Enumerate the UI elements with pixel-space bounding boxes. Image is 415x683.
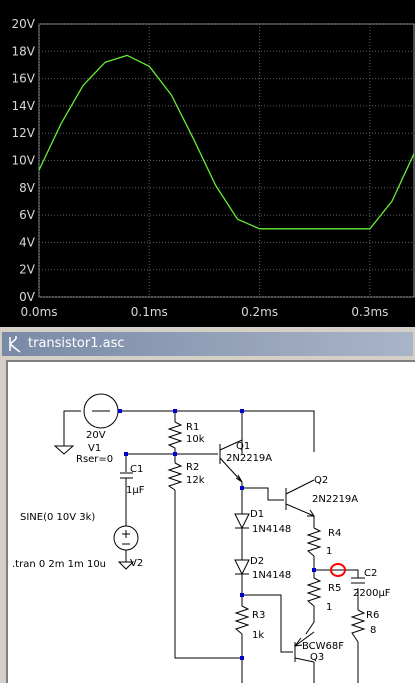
c2-value-label: 2200µF [353, 588, 391, 599]
y-tick-label: 2V [19, 263, 36, 277]
sine-directive-label: SINE(0 10V 3k) [20, 512, 95, 523]
v1-name-label: V1 [88, 443, 101, 454]
d1-name-label: D1 [250, 509, 264, 520]
waveform-plot[interactable]: 0V 2V 4V 6V 8V 10V 12V 14V 16V 18V 20V 0.0ms 0.1ms 0.… [0, 0, 415, 327]
d1-model-label: 1N4148 [252, 524, 291, 535]
r2-name-label: R2 [186, 462, 199, 473]
r5-resistor-icon[interactable] [306, 577, 322, 607]
q3-name-label: Q3 [310, 652, 324, 663]
x-tick-label: 0.0ms [20, 305, 57, 319]
r3-resistor-icon[interactable] [234, 605, 250, 635]
schematic-diagram[interactable]: 20V V1 Rser=0 C1 1µF SINE(0 10V 3k) .tra… [8, 362, 415, 683]
y-tick-label: 4V [19, 235, 36, 249]
c1-value-label: 1µF [126, 485, 145, 496]
d2-name-label: D2 [250, 556, 264, 567]
r2-value-label: 12k [186, 475, 205, 486]
voltage-trace [38, 54, 415, 230]
q1-name-label: Q1 [236, 441, 250, 452]
r6-value-label: 8 [370, 625, 376, 636]
y-tick-label: 0V [19, 290, 36, 304]
r3-value-label: 1k [252, 630, 264, 641]
q2-model-label: 2N2219A [312, 494, 358, 505]
y-tick-label: 18V [12, 44, 36, 58]
y-tick-label: 20V [12, 17, 36, 31]
v2-name-label: V2 [130, 558, 143, 569]
schematic-canvas[interactable]: 20V V1 Rser=0 C1 1µF SINE(0 10V 3k) .tra… [6, 360, 415, 683]
v1-rser-label: Rser=0 [76, 454, 113, 465]
r1-resistor-icon[interactable] [167, 421, 183, 454]
schematic-window-title: transistor1.asc [28, 336, 125, 351]
r4-name-label: R4 [328, 528, 341, 539]
r1-name-label: R1 [186, 422, 199, 433]
schematic-window[interactable]: transistor1.asc 20V V1 Rser=0 C1 1µF SIN… [0, 330, 415, 683]
y-tick-label: 16V [12, 72, 36, 86]
x-tick-label: 0.2ms [241, 305, 278, 319]
tran-directive-label[interactable]: .tran 0 2m 1m 10u [12, 559, 106, 570]
q2-transistor-icon[interactable] [285, 479, 315, 517]
r4-value-label: 1 [326, 546, 332, 557]
r6-resistor-icon[interactable] [350, 609, 366, 643]
node-dots [118, 409, 316, 660]
r5-value-label: 1 [326, 602, 332, 613]
y-tick-label: 8V [19, 181, 36, 195]
d2-diode-icon[interactable] [234, 559, 250, 576]
x-tick-label: 0.1ms [131, 305, 168, 319]
q1-model-label: 2N2219A [226, 453, 272, 464]
r2-resistor-icon[interactable] [167, 462, 183, 491]
q2-name-label: Q2 [314, 475, 328, 486]
y-tick-label: 14V [12, 99, 36, 113]
waveform-plot-pane[interactable]: 0V 2V 4V 6V 8V 10V 12V 14V 16V 18V 20V 0.0ms 0.1ms 0.… [0, 0, 415, 327]
c2-capacitor-icon[interactable] [351, 577, 365, 584]
x-tick-label: 0.3ms [351, 305, 388, 319]
r5-name-label: R5 [328, 583, 341, 594]
y-tick-label: 12V [12, 126, 36, 140]
r1-value-label: 10k [186, 434, 205, 445]
y-tick-label: 6V [19, 208, 36, 222]
y-tick-label: 10V [12, 154, 36, 168]
r3-name-label: R3 [252, 610, 265, 621]
q3-model-label: BCW68F [302, 641, 344, 652]
d1-diode-icon[interactable] [234, 513, 250, 530]
schematic-titlebar[interactable]: transistor1.asc [2, 332, 413, 356]
schematic-window-icon [9, 336, 21, 353]
d2-model-label: 1N4148 [252, 570, 291, 581]
c1-name-label: C1 [130, 464, 143, 475]
r4-resistor-icon[interactable] [306, 527, 322, 557]
c2-name-label: C2 [364, 568, 377, 579]
r6-name-label: R6 [366, 610, 379, 621]
v1-value-label: 20V [86, 430, 106, 441]
